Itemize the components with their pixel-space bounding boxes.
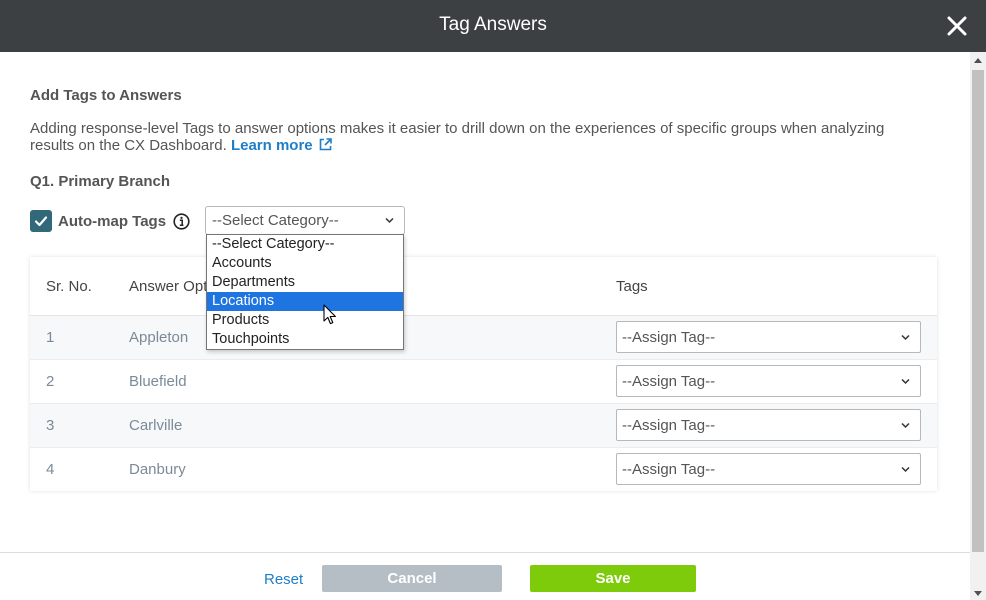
- category-select[interactable]: --Select Category--: [205, 206, 405, 235]
- dialog-header: Tag Answers: [0, 0, 986, 52]
- chevron-down-icon: [385, 217, 394, 224]
- dialog-title: Tag Answers: [439, 14, 547, 35]
- assign-tag-value: --Assign Tag--: [622, 461, 716, 478]
- assign-tag-select[interactable]: --Assign Tag--: [616, 409, 921, 441]
- close-icon: [947, 16, 967, 36]
- table-row: 1 Appleton --Assign Tag--: [30, 316, 937, 360]
- assign-tag-value: --Assign Tag--: [622, 417, 716, 434]
- external-link-icon: [319, 138, 332, 151]
- reset-link[interactable]: Reset: [264, 571, 303, 588]
- option-locations[interactable]: Locations: [207, 292, 403, 311]
- question-title: Q1. Primary Branch: [30, 173, 171, 190]
- table-row: 3 Carlville --Assign Tag--: [30, 404, 937, 448]
- assign-tag-select[interactable]: --Assign Tag--: [616, 453, 921, 485]
- row-sr-no: 4: [46, 461, 55, 478]
- dialog-footer: Reset Cancel Save: [0, 552, 970, 600]
- option-departments[interactable]: Departments: [207, 273, 403, 292]
- scroll-down-arrow-icon[interactable]: [974, 591, 982, 596]
- table-row: 2 Bluefield --Assign Tag--: [30, 360, 937, 404]
- chevron-down-icon: [901, 334, 910, 341]
- scroll-up-arrow-icon[interactable]: [974, 58, 982, 63]
- option-select-category[interactable]: --Select Category--: [207, 235, 403, 254]
- automap-label: Auto-map Tags: [58, 212, 167, 230]
- vertical-scrollbar[interactable]: [970, 52, 986, 600]
- scroll-thumb[interactable]: [972, 70, 984, 552]
- mouse-pointer-icon: [323, 304, 336, 325]
- checkmark-icon: [34, 216, 48, 227]
- section-title: Add Tags to Answers: [30, 87, 182, 104]
- option-accounts[interactable]: Accounts: [207, 254, 403, 273]
- option-touchpoints[interactable]: Touchpoints: [207, 330, 403, 349]
- row-sr-no: 3: [46, 417, 55, 434]
- chevron-down-icon: [901, 378, 910, 385]
- row-answer: Bluefield: [129, 373, 187, 390]
- row-sr-no: 1: [46, 329, 55, 346]
- row-answer: Appleton: [129, 329, 189, 346]
- description-text: Adding response-level Tags to answer opt…: [30, 120, 930, 154]
- row-answer: Danbury: [129, 461, 186, 478]
- category-dropdown-list: --Select Category-- Accounts Departments…: [206, 234, 404, 350]
- save-button[interactable]: Save: [530, 565, 696, 592]
- close-button[interactable]: [946, 15, 968, 37]
- assign-tag-value: --Assign Tag--: [622, 373, 716, 390]
- table-row: 4 Danbury --Assign Tag--: [30, 448, 937, 492]
- option-products[interactable]: Products: [207, 311, 403, 330]
- cancel-button[interactable]: Cancel: [322, 565, 502, 592]
- category-select-value: --Select Category--: [212, 212, 339, 229]
- assign-tag-value: --Assign Tag--: [622, 329, 716, 346]
- automap-row: Auto-map Tags: [30, 210, 190, 232]
- description-body: Adding response-level Tags to answer opt…: [30, 120, 885, 154]
- chevron-down-icon: [901, 422, 910, 429]
- answers-table: Sr. No. Answer Opt Tags 1 Appleton --Ass…: [30, 257, 937, 491]
- learn-more-link[interactable]: Learn more: [231, 137, 332, 154]
- assign-tag-select[interactable]: --Assign Tag--: [616, 321, 921, 353]
- table-header: Sr. No. Answer Opt Tags: [30, 257, 937, 316]
- row-answer: Carlville: [129, 417, 183, 434]
- row-sr-no: 2: [46, 373, 55, 390]
- assign-tag-select[interactable]: --Assign Tag--: [616, 365, 921, 397]
- learn-more-label: Learn more: [230, 137, 313, 154]
- chevron-down-icon: [901, 466, 910, 473]
- automap-checkbox[interactable]: [30, 210, 52, 232]
- header-answer-option: Answer Opt: [129, 278, 208, 295]
- header-sr-no: Sr. No.: [46, 278, 92, 295]
- info-icon[interactable]: [173, 212, 190, 230]
- header-tags: Tags: [616, 278, 648, 295]
